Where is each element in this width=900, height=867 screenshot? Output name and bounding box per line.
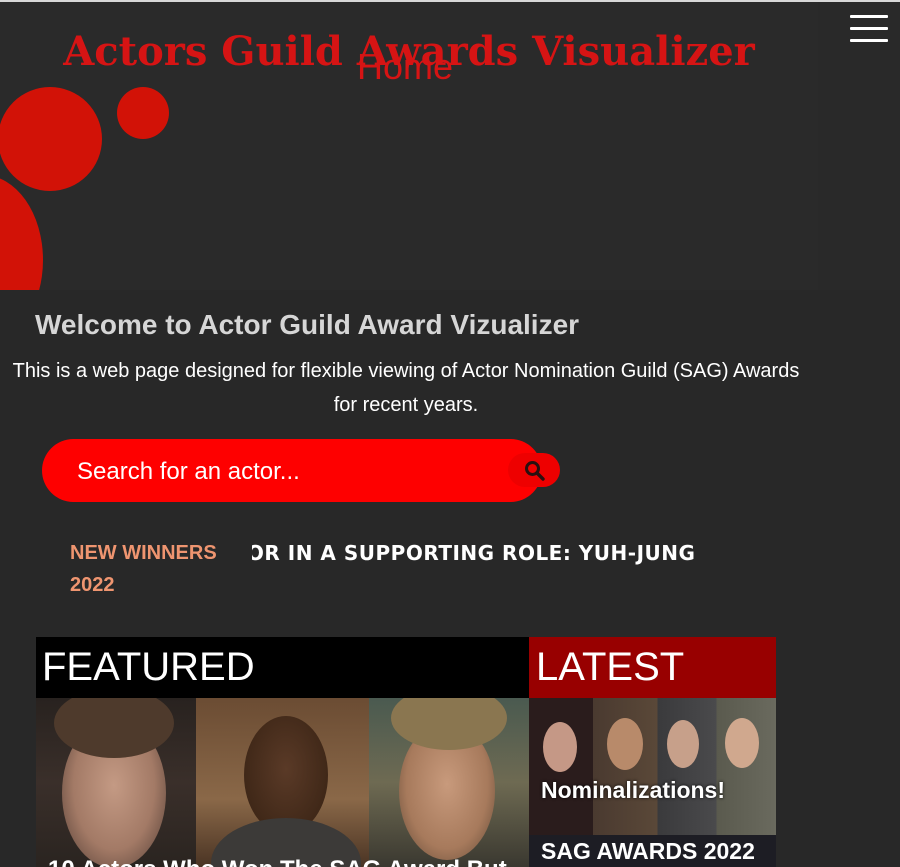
latest-title: LATEST <box>536 645 685 689</box>
search-icon <box>525 461 545 481</box>
intro-text: This is a web page designed for flexible… <box>12 360 800 416</box>
featured-title: FEATURED <box>42 645 255 689</box>
latest-item-caption[interactable]: Nominalizations! <box>541 776 725 804</box>
search-button[interactable] <box>508 453 560 487</box>
featured-poster[interactable] <box>369 698 529 867</box>
welcome-heading: Welcome to Actor Guild Award Vizualizer <box>35 309 580 340</box>
search-input[interactable] <box>75 451 459 493</box>
new-winners-label: NEW WINNERS 2022 <box>70 542 217 596</box>
ticker-text: E ACTOR IN A SUPPORTING ROLE: YUH-JUNG <box>252 541 696 565</box>
winners-ticker: E ACTOR IN A SUPPORTING ROLE: YUH-JUNG <box>252 538 778 568</box>
header-side-panel <box>818 2 900 290</box>
featured-poster[interactable] <box>196 698 369 867</box>
decorative-circle <box>0 175 43 290</box>
latest-item-caption[interactable]: SAG AWARDS 2022 <box>541 837 755 865</box>
latest-article-image[interactable] <box>529 698 776 835</box>
site-header: Actors Guild Awards Visualizer Home <box>0 2 818 290</box>
decorative-circle <box>117 87 169 139</box>
featured-caption[interactable]: 10 Actors Who Won The SAG Award But <box>48 855 507 867</box>
latest-section: LATEST Nominalizations! SAG AWARDS 2022 <box>529 637 776 867</box>
featured-section: FEATURED 10 Actors Who Won The SAG Award… <box>36 637 529 867</box>
decorative-circle <box>0 87 102 191</box>
latest-header: LATEST <box>529 637 776 698</box>
page-subtitle: Home <box>356 46 454 87</box>
featured-poster[interactable] <box>36 698 196 867</box>
search-bar <box>42 439 560 502</box>
hamburger-menu-icon[interactable] <box>850 15 888 45</box>
